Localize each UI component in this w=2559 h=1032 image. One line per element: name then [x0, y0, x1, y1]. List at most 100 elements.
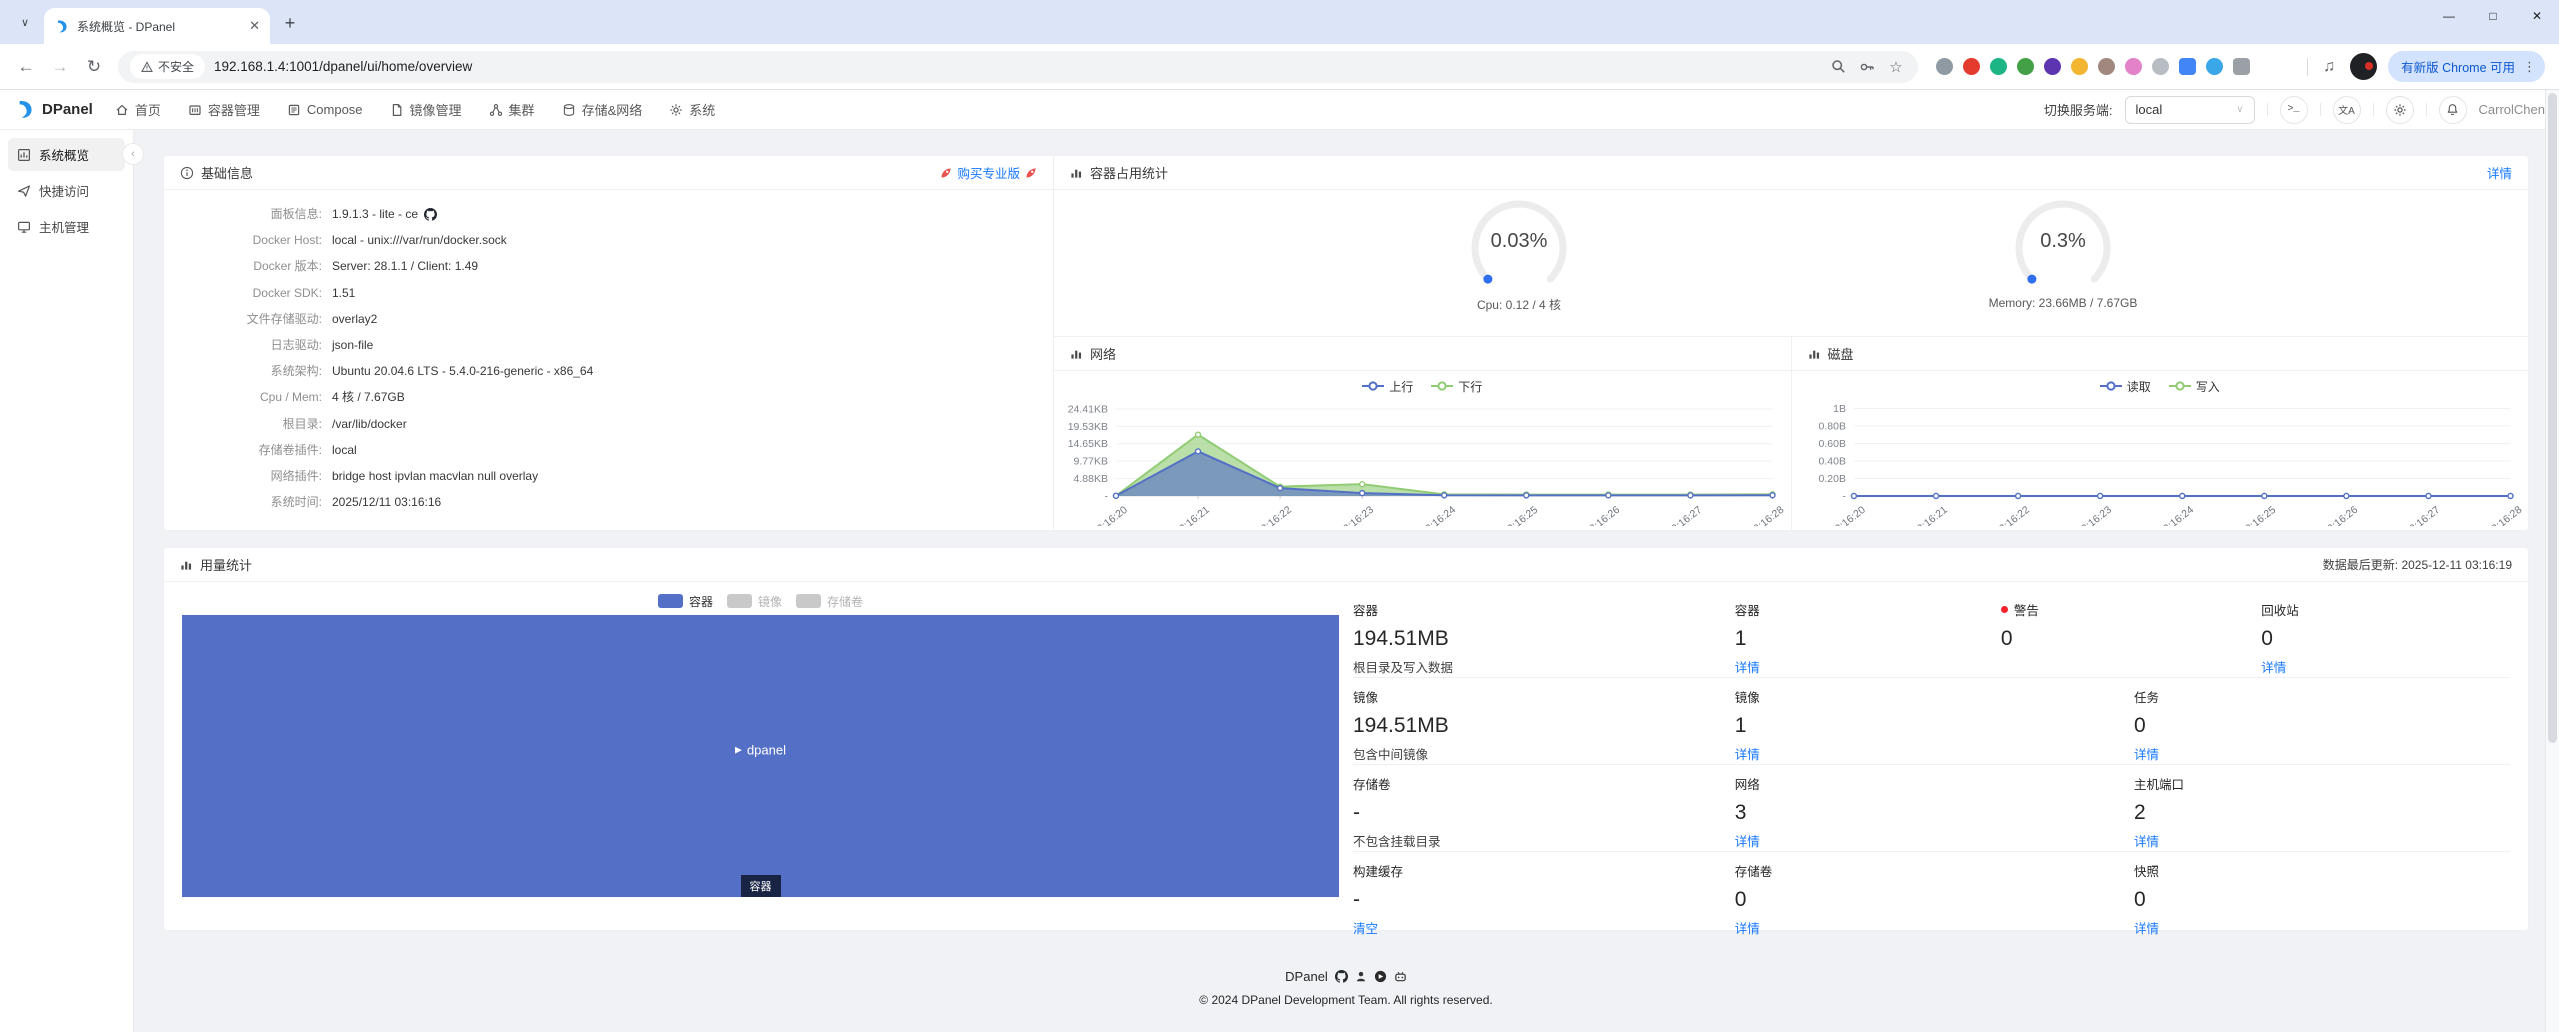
github-icon[interactable]: [1334, 970, 1348, 983]
chart-panel-1: 磁盘 读取 写入 1B 0.80B 0.60B 0.40B 0.20B - 03:16:20 03:…: [1790, 337, 2529, 530]
treemap-breadcrumb[interactable]: 容器: [740, 875, 781, 897]
docker-hub-icon[interactable]: [1374, 970, 1387, 983]
back-button[interactable]: ←: [10, 51, 42, 83]
sidebar-item-host[interactable]: 主机管理: [8, 210, 125, 243]
extension-icon[interactable]: [2071, 58, 2088, 75]
stat-detail-link[interactable]: 详情: [2261, 657, 2286, 676]
legend-item[interactable]: 下行: [1431, 378, 1482, 395]
extension-icon[interactable]: [2152, 58, 2169, 75]
extension-icon[interactable]: [2206, 58, 2223, 75]
menu-item-compose[interactable]: Compose: [287, 100, 363, 119]
sidebar-collapse-button[interactable]: ‹: [122, 143, 144, 165]
browser-menu-icon[interactable]: ⋮: [2523, 59, 2537, 75]
scrollbar-thumb[interactable]: [2548, 93, 2557, 743]
address-bar[interactable]: 不安全 192.168.1.4:1001/dpanel/ui/home/over…: [118, 50, 1918, 83]
browser-scrollbar[interactable]: [2545, 90, 2559, 1032]
zoom-icon[interactable]: [1828, 59, 1848, 74]
extension-icon[interactable]: [2125, 58, 2142, 75]
overview-card: 基础信息 购买专业版 面板信息: 1.9.1.3 - lite - ce Docke…: [163, 155, 2529, 531]
stat-value: 1: [1734, 627, 1747, 650]
buy-pro-link[interactable]: 购买专业版: [940, 163, 1037, 182]
settings-gear-icon[interactable]: [2385, 95, 2414, 124]
legend-marker-icon: [2168, 381, 2191, 391]
legend-item[interactable]: 写入: [2168, 378, 2220, 395]
extension-icon[interactable]: [2044, 58, 2061, 75]
stat-detail-link[interactable]: 详情: [2134, 831, 2159, 850]
treemap-node[interactable]: ▶ dpanel: [735, 743, 786, 758]
extension-icon[interactable]: [2179, 58, 2196, 75]
community-icon[interactable]: [1355, 970, 1367, 983]
menu-item-cluster[interactable]: 集群: [489, 100, 535, 119]
window-close-button[interactable]: ✕: [2515, 0, 2559, 32]
menu-item-storage[interactable]: 存储&网络: [562, 100, 642, 119]
svg-text:0.80B: 0.80B: [1818, 422, 1845, 433]
container-stats-detail-link[interactable]: 详情: [2487, 163, 2512, 182]
stat-detail-link[interactable]: 详情: [1735, 918, 1760, 937]
browser-tab[interactable]: 系统概览 - DPanel ✕: [44, 8, 270, 44]
profile-avatar[interactable]: [2350, 53, 2378, 80]
stat-detail-link[interactable]: 详情: [1735, 657, 1760, 676]
security-chip[interactable]: 不安全: [130, 54, 206, 79]
chart-plot[interactable]: 24.41KB 19.53KB 14.65KB 9.77KB 4.88KB - 03:16:…: [1054, 398, 1791, 526]
menu-item-home[interactable]: 首页: [115, 100, 161, 119]
stat-detail-link[interactable]: 详情: [2134, 744, 2159, 763]
sidebar-item-overview[interactable]: 系统概览: [8, 138, 125, 171]
menu-item-image[interactable]: 镜像管理: [390, 100, 462, 119]
gauge-arc: 0.3%: [2008, 196, 2118, 296]
svg-text:03:16:26: 03:16:26: [1583, 505, 1622, 526]
extension-icon[interactable]: [1990, 58, 2007, 75]
extension-icon[interactable]: [2017, 58, 2034, 75]
chrome-update-button[interactable]: 有新版 Chrome 可用 ⋮: [2388, 51, 2545, 82]
new-tab-button[interactable]: +: [276, 9, 304, 37]
rocket-icon: [1026, 167, 1036, 177]
stat-detail-link[interactable]: 详情: [1735, 831, 1760, 850]
forward-button[interactable]: →: [44, 51, 76, 83]
copyright-text: © 2024 DPanel Development Team. All righ…: [1199, 993, 1493, 1007]
svg-text:03:16:20: 03:16:20: [1091, 505, 1130, 526]
tab-close-icon[interactable]: ✕: [249, 18, 260, 34]
extension-icon[interactable]: [1963, 58, 1980, 75]
extension-icon[interactable]: [1936, 58, 1953, 75]
sidebar-item-quick[interactable]: 快捷访问: [8, 174, 125, 207]
translate-icon[interactable]: 文A: [2332, 95, 2361, 124]
password-key-icon[interactable]: [1857, 59, 1877, 75]
stat-detail-link[interactable]: 清空: [1353, 918, 1378, 937]
chart-plot[interactable]: 1B 0.80B 0.60B 0.40B 0.20B - 03:16:20 03:16:21 0…: [1792, 398, 2529, 526]
tab-search-button[interactable]: ∨: [12, 9, 38, 35]
svg-text:9.77KB: 9.77KB: [1074, 457, 1108, 468]
username[interactable]: CarrolChen: [2479, 102, 2545, 117]
window-minimize-button[interactable]: —: [2427, 0, 2471, 32]
stat-detail-link[interactable]: 详情: [1735, 744, 1760, 763]
treemap-legend-item[interactable]: 存储卷: [796, 593, 863, 610]
bot-icon[interactable]: [1394, 970, 1407, 983]
navbar-right: 切换服务端: local ∨ >_ 文A CarrolChen: [2044, 95, 2545, 124]
media-controls-icon[interactable]: ♫: [2319, 58, 2339, 76]
reload-button[interactable]: ↻: [78, 51, 110, 83]
stat-detail-link[interactable]: 详情: [2134, 918, 2159, 937]
window-maximize-button[interactable]: □: [2471, 0, 2515, 32]
bookmark-star-icon[interactable]: ☆: [1886, 58, 1906, 76]
extension-icon[interactable]: [2098, 58, 2115, 75]
treemap-legend-item[interactable]: 镜像: [726, 593, 782, 610]
terminal-icon[interactable]: >_: [2279, 95, 2308, 124]
tab-favicon: [54, 19, 69, 34]
github-icon[interactable]: [424, 207, 438, 221]
treemap-chart[interactable]: ▶ dpanel 容器: [182, 615, 1339, 897]
info-row-label: 面板信息:: [270, 207, 322, 221]
legend-item[interactable]: 读取: [2099, 378, 2151, 395]
stat-value: 0: [1734, 888, 1747, 911]
stat-note: 不包含挂载目录: [1353, 835, 1441, 849]
extension-icon[interactable]: [2233, 58, 2250, 75]
footer-brand: DPanel: [1285, 969, 1328, 984]
server-select[interactable]: local ∨: [2124, 95, 2255, 124]
app-brand[interactable]: DPanel: [14, 99, 93, 120]
legend-item[interactable]: 上行: [1362, 378, 1413, 395]
stat-note: 根目录及写入数据: [1353, 661, 1454, 675]
stat-label-text: 网络: [1734, 778, 1760, 792]
info-row-value: 1.51: [332, 285, 356, 300]
menu-item-gear[interactable]: 系统: [669, 100, 715, 119]
notification-bell-icon[interactable]: [2438, 95, 2467, 124]
divider: [2425, 103, 2427, 116]
menu-item-container[interactable]: 容器管理: [188, 100, 260, 119]
treemap-legend-item[interactable]: 容器: [657, 593, 713, 610]
